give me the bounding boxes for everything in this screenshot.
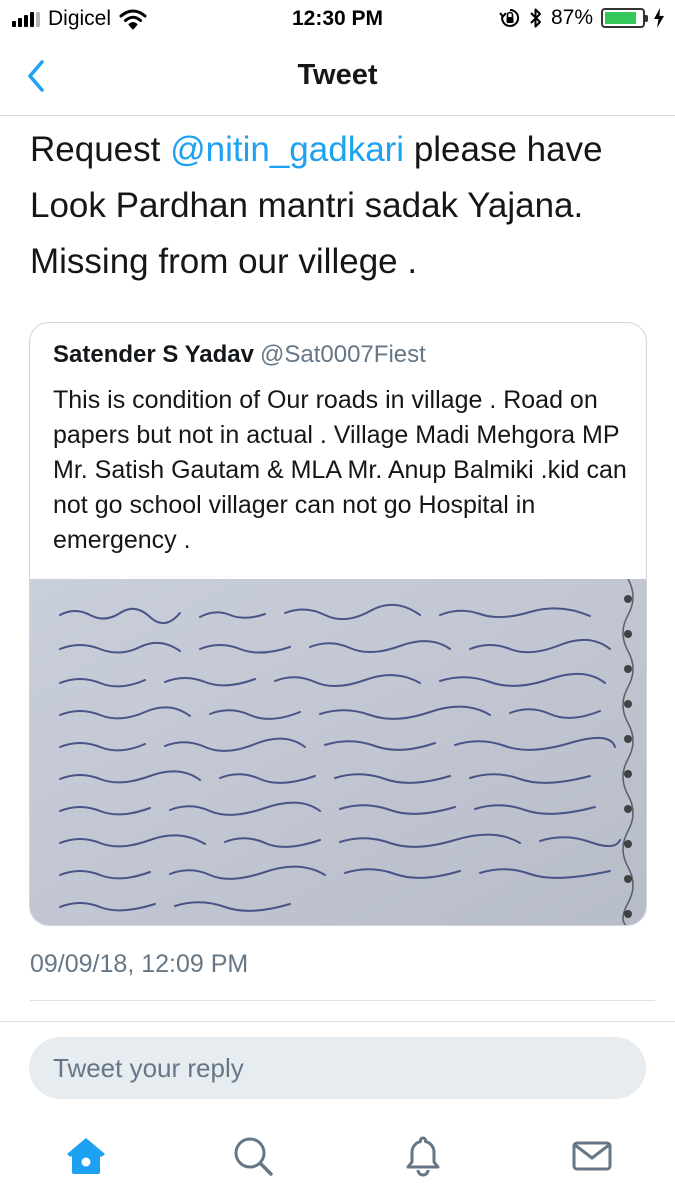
- nav-bar: Tweet: [0, 38, 675, 116]
- tweet-timestamp: 09/09/18, 12:09 PM: [30, 950, 249, 978]
- orientation-lock-icon: [499, 8, 520, 27]
- battery-percent: 87%: [550, 6, 593, 29]
- reply-input[interactable]: Tweet your reply: [29, 1037, 646, 1099]
- battery-fill: [605, 12, 637, 24]
- divider: [30, 1000, 655, 1001]
- mention-link[interactable]: @nitin_gadkari: [170, 130, 404, 169]
- tab-bar: [0, 1120, 675, 1200]
- quoted-author-handle: @Sat0007Fiest: [260, 341, 426, 368]
- divider: [0, 1021, 675, 1022]
- tweet-text: Request @nitin_gadkari please have Look …: [30, 122, 650, 290]
- quoted-tweet[interactable]: Satender S Yadav @Sat0007Fiest This is co…: [29, 322, 647, 926]
- status-right: 87%: [499, 6, 665, 30]
- handwritten-letter-image[interactable]: [30, 578, 646, 925]
- status-bar: Digicel 12:30 PM 87%: [0, 0, 675, 38]
- quoted-tweet-text: This is condition of Our roads in villag…: [53, 386, 627, 554]
- home-icon[interactable]: [64, 1134, 108, 1178]
- search-icon[interactable]: [231, 1134, 275, 1178]
- messages-icon[interactable]: [570, 1134, 614, 1178]
- battery-icon: [601, 8, 648, 28]
- quoted-tweet-header: Satender S Yadav @Sat0007Fiest: [53, 341, 426, 369]
- quoted-author-name: Satender S Yadav: [53, 341, 254, 368]
- bluetooth-icon: [530, 8, 541, 28]
- page-title: Tweet: [297, 59, 378, 91]
- charging-bolt-icon: [654, 8, 664, 28]
- tweet-text-start: Request: [30, 130, 171, 169]
- handwritten-letter-drawing: [30, 578, 646, 925]
- notifications-icon[interactable]: [401, 1134, 445, 1178]
